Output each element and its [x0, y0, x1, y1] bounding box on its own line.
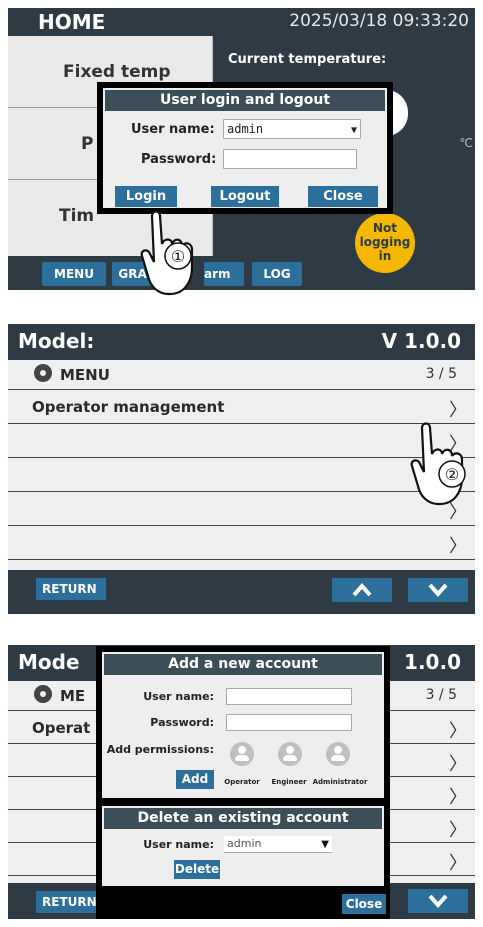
home-topbar: HOME 2025/03/18 09:33:20 [8, 8, 475, 36]
model-label: Mode [18, 650, 80, 674]
list-item[interactable]: 〉 [8, 458, 475, 492]
temperature-unit: ℃ [459, 136, 473, 150]
delete-username-value: admin [227, 837, 262, 850]
pointing-hand-icon: ② [410, 422, 466, 506]
chevron-down-icon [428, 583, 448, 597]
username-select[interactable]: admin ▼ [223, 119, 361, 139]
menu-screen: Model: V 1.0.0 MENU 3 / 5 Operator manag… [8, 324, 475, 614]
operator-avatar-icon[interactable] [230, 742, 254, 766]
dropdown-arrow-icon[interactable]: ▼ [351, 122, 357, 140]
list-item[interactable]: 〉 [8, 526, 475, 560]
mode-label: Fixed temp [63, 62, 171, 82]
menu-label: MENU [60, 366, 110, 384]
account-dialog: Add a new account User name: Password: A… [96, 646, 390, 919]
chevron-right-icon: 〉 [449, 820, 467, 841]
operator-label: Operator [224, 778, 260, 786]
administrator-avatar-icon[interactable] [326, 742, 350, 766]
delete-username-select[interactable]: admin ▼ [224, 836, 332, 853]
mode-label: Tim [59, 206, 95, 226]
add-username-label: User name: [143, 690, 214, 703]
dropdown-arrow-icon[interactable]: ▼ [321, 837, 329, 852]
page-indicator: 3 / 5 [425, 366, 457, 382]
page-indicator: 3 / 5 [425, 687, 457, 703]
close-button[interactable]: Close [342, 894, 386, 914]
chevron-right-icon: 〉 [449, 721, 467, 742]
login-button[interactable]: Login [115, 186, 177, 207]
return-button[interactable]: RETURN [36, 578, 106, 600]
home-title: HOME [38, 10, 106, 34]
list-item-operator-management[interactable]: Operator management 〉 [8, 390, 475, 424]
step-number: ② [445, 465, 459, 484]
administrator-label: Administrator [312, 778, 368, 786]
chevron-down-icon [428, 894, 448, 908]
add-account-title: Add a new account [104, 654, 382, 675]
current-temperature-label: Current temperature: [228, 52, 387, 67]
engineer-avatar-icon[interactable] [278, 742, 302, 766]
username-label: User name: [131, 122, 215, 137]
delete-account-title: Delete an existing account [104, 808, 382, 829]
log-button[interactable]: LOG [252, 262, 302, 286]
gear-icon [34, 685, 52, 703]
password-label: Password: [141, 152, 217, 167]
close-button[interactable]: Close [308, 186, 378, 207]
add-account-panel: Add a new account User name: Password: A… [102, 652, 384, 798]
chevron-right-icon: 〉 [449, 853, 467, 874]
add-username-input[interactable] [226, 688, 352, 705]
add-button[interactable]: Add [176, 770, 214, 789]
page-down-button[interactable] [408, 889, 468, 913]
page-down-button[interactable] [408, 578, 468, 602]
login-dialog: User login and logout User name: admin ▼… [97, 82, 393, 214]
add-password-label: Password: [150, 716, 214, 729]
mode-label: P [81, 134, 94, 154]
version-label: 1.0.0 [404, 650, 461, 674]
gear-icon [34, 364, 52, 382]
add-password-input[interactable] [226, 714, 352, 731]
username-value: admin [227, 122, 264, 136]
model-label: Model: [18, 329, 95, 353]
add-permissions-label: Add permissions: [106, 743, 214, 756]
chevron-up-icon [352, 583, 372, 597]
delete-button[interactable]: Delete [174, 860, 220, 879]
logout-button[interactable]: Logout [211, 186, 279, 207]
delete-account-panel: Delete an existing account User name: ad… [102, 806, 384, 886]
menu-topbar: Model: V 1.0.0 [8, 324, 475, 360]
chevron-right-icon: 〉 [449, 787, 467, 808]
step-number: ① [171, 247, 185, 266]
login-status-badge: Not logging in [355, 213, 415, 273]
menu-label: ME [60, 687, 86, 705]
login-dialog-body: User login and logout User name: admin ▼… [103, 88, 387, 208]
pointing-hand-icon: ① [140, 210, 194, 296]
login-dialog-title: User login and logout [105, 90, 385, 111]
list-item[interactable]: 〉 [8, 492, 475, 526]
password-input[interactable] [223, 149, 357, 169]
menu-button[interactable]: MENU [42, 262, 106, 286]
menu-header-row: MENU 3 / 5 [8, 360, 475, 390]
chevron-right-icon: 〉 [449, 754, 467, 775]
list-item-label: Operat [32, 719, 91, 737]
list-item-label: Operator management [32, 398, 225, 416]
page-up-button[interactable] [332, 578, 392, 602]
datetime: 2025/03/18 09:33:20 [289, 11, 469, 31]
engineer-label: Engineer [271, 778, 307, 786]
delete-username-label: User name: [143, 838, 214, 851]
chevron-right-icon: 〉 [449, 536, 467, 557]
list-item[interactable]: 〉 [8, 424, 475, 458]
version-label: V 1.0.0 [381, 329, 461, 353]
